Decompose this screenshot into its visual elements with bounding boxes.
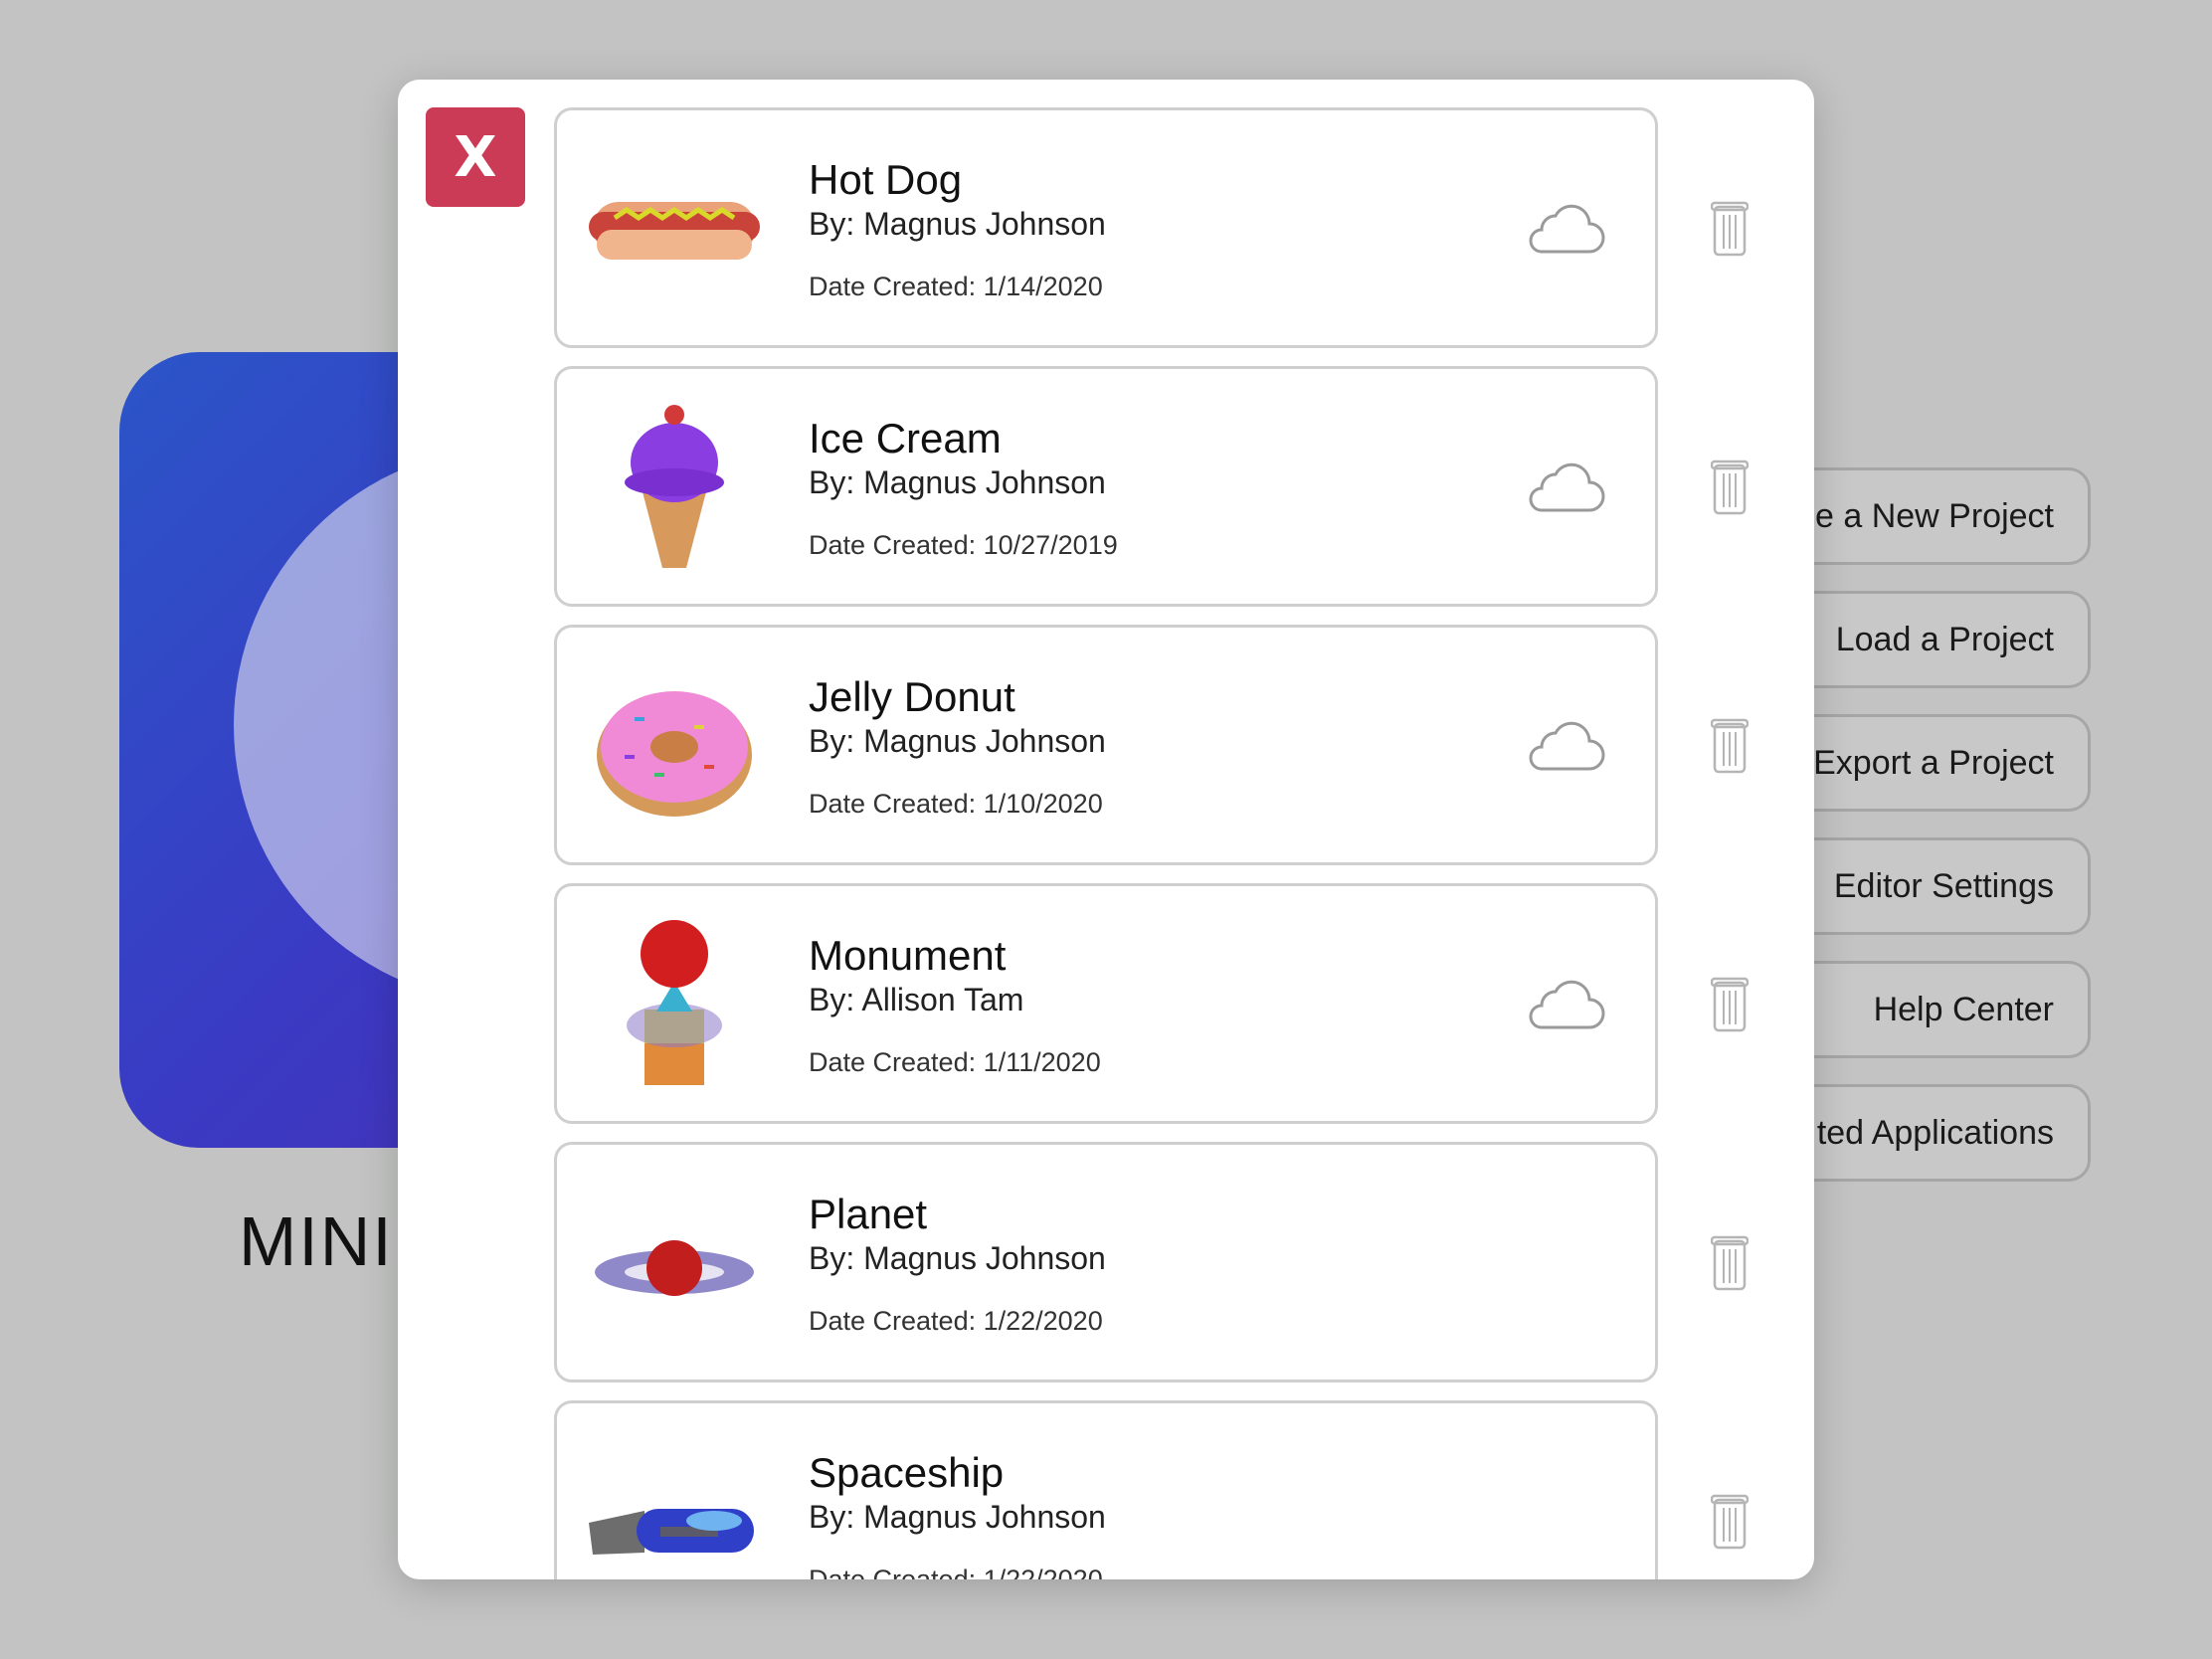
project-card[interactable]: Ice Cream By: Magnus Johnson Date Create…	[554, 366, 1658, 607]
close-button[interactable]: X	[426, 107, 525, 207]
project-title: Ice Cream	[809, 415, 1002, 461]
project-title: Hot Dog	[809, 156, 963, 203]
project-author: By: Magnus Johnson	[809, 464, 1106, 500]
trash-icon[interactable]	[1711, 1494, 1749, 1550]
cloud-icon[interactable]	[1524, 974, 1607, 1033]
monument-thumbnail	[627, 920, 722, 1085]
project-date: Date Created: 1/14/2020	[809, 272, 1103, 301]
spaceship-thumbnail	[589, 1509, 754, 1555]
project-date: Date Created: 1/22/2020	[809, 1565, 1103, 1579]
jelly-donut-thumbnail	[597, 691, 752, 817]
project-card[interactable]: Hot Dog By: Magnus Johnson Date Created:…	[554, 107, 1658, 348]
project-title: Monument	[809, 932, 1007, 979]
project-title: Planet	[809, 1191, 928, 1237]
trash-icon[interactable]	[1711, 201, 1749, 257]
close-icon: X	[454, 124, 497, 190]
project-date: Date Created: 10/27/2019	[809, 530, 1118, 560]
app-name: MINI	[239, 1202, 394, 1280]
project-card[interactable]: Planet By: Magnus Johnson Date Created: …	[554, 1142, 1658, 1382]
trash-icon[interactable]	[1711, 977, 1749, 1032]
trash-icon[interactable]	[1711, 1235, 1749, 1291]
project-title: Jelly Donut	[809, 673, 1015, 720]
ice-cream-thumbnail	[625, 405, 724, 568]
trash-icon[interactable]	[1711, 718, 1749, 774]
project-author: By: Magnus Johnson	[809, 206, 1106, 242]
project-date: Date Created: 1/10/2020	[809, 789, 1103, 819]
project-card[interactable]: Jelly Donut By: Magnus Johnson Date Crea…	[554, 625, 1658, 865]
project-author: By: Allison Tam	[809, 982, 1024, 1017]
project-author: By: Magnus Johnson	[809, 1499, 1106, 1535]
project-card[interactable]: Spaceship By: Magnus Johnson Date Create…	[554, 1400, 1658, 1579]
cloud-icon[interactable]	[1524, 198, 1607, 258]
planet-thumbnail	[595, 1240, 754, 1296]
cloud-icon[interactable]	[1524, 715, 1607, 775]
hot-dog-thumbnail	[589, 202, 760, 260]
cloud-icon[interactable]	[1524, 457, 1607, 516]
project-author: By: Magnus Johnson	[809, 723, 1106, 759]
project-list[interactable]: Hot Dog By: Magnus Johnson Date Created:…	[398, 80, 1814, 1579]
project-title: Spaceship	[809, 1449, 1005, 1496]
project-author: By: Magnus Johnson	[809, 1240, 1106, 1276]
project-date: Date Created: 1/11/2020	[809, 1047, 1101, 1077]
trash-icon[interactable]	[1711, 460, 1749, 515]
project-date: Date Created: 1/22/2020	[809, 1306, 1103, 1336]
project-card[interactable]: Monument By: Allison Tam Date Created: 1…	[554, 883, 1658, 1124]
load-project-dialog: Hot Dog By: Magnus Johnson Date Created:…	[398, 80, 1814, 1579]
